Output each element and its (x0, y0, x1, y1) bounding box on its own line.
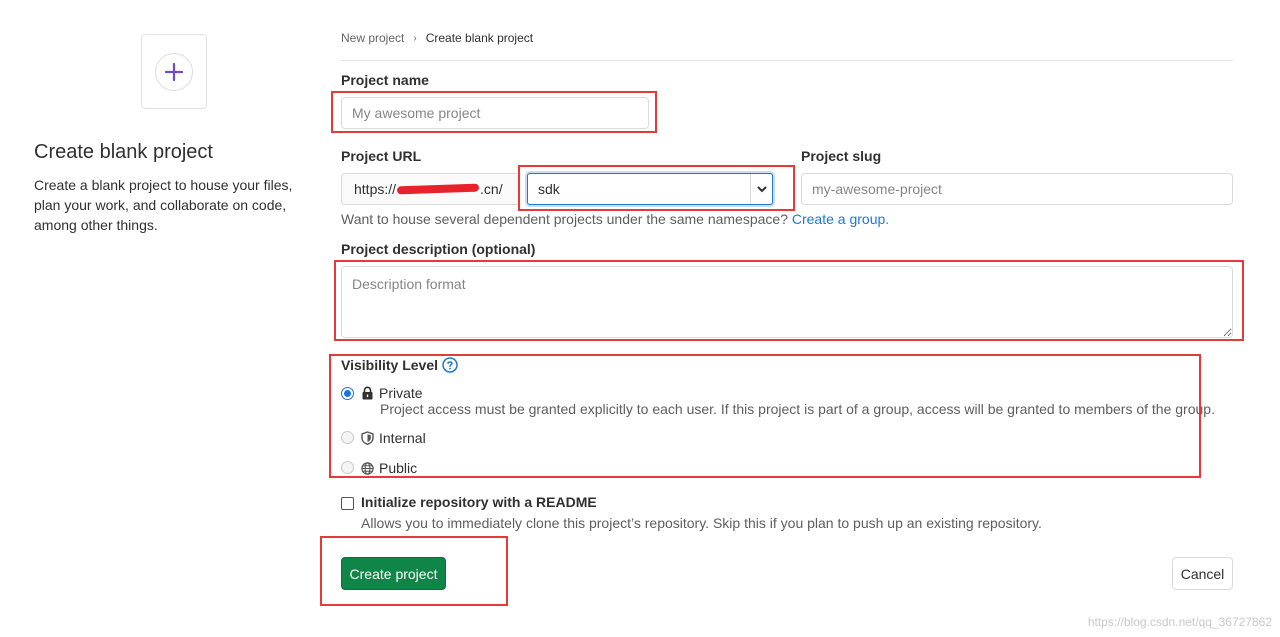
lock-icon (362, 386, 373, 400)
visibility-internal-label: Internal (379, 430, 426, 446)
divider (341, 60, 1233, 61)
visibility-private-option[interactable]: Private (361, 385, 423, 401)
breadcrumb-parent[interactable]: New project (341, 31, 404, 45)
project-url-label: Project URL (341, 148, 422, 164)
redacted-host (396, 183, 480, 195)
project-name-input[interactable] (341, 97, 649, 129)
project-type-tile (141, 34, 207, 109)
readme-checkbox[interactable] (341, 497, 354, 510)
project-description-label: Project description (optional) (341, 241, 536, 257)
plus-circle (155, 52, 193, 91)
namespace-selected-value: sdk (538, 181, 560, 197)
visibility-internal-radio[interactable] (341, 431, 354, 444)
project-description-textarea[interactable] (341, 266, 1233, 338)
readme-help: Allows you to immediately clone this pro… (361, 515, 1042, 531)
shield-icon (361, 431, 374, 445)
visibility-label: Visibility Level (341, 357, 439, 373)
namespace-help-text: Want to house several dependent projects… (341, 211, 792, 227)
visibility-private-radio[interactable] (341, 387, 354, 400)
project-slug-input[interactable] (801, 173, 1233, 205)
create-group-link[interactable]: Create a group. (792, 211, 889, 227)
visibility-heading: Visibility Level (341, 357, 458, 373)
breadcrumb-current: Create blank project (425, 31, 534, 45)
chevron-right-icon: › (413, 32, 417, 44)
plus-icon (164, 62, 184, 81)
watermark: https://blog.csdn.net/qq_36727862 (1087, 615, 1272, 629)
cancel-button[interactable]: Cancel (1172, 557, 1233, 590)
namespace-select[interactable]: sdk (527, 173, 773, 205)
visibility-internal-option[interactable]: Internal (361, 430, 426, 446)
visibility-public-label: Public (379, 460, 418, 476)
question-circle-icon[interactable] (442, 357, 458, 373)
url-prefix-end: .cn/ (480, 181, 503, 197)
project-url-prefix: https:// .cn/ (341, 173, 521, 205)
create-project-button[interactable]: Create project (341, 557, 446, 590)
left-panel-description: Create a blank project to house your fil… (34, 177, 293, 233)
url-prefix-start: https:// (354, 181, 397, 197)
visibility-public-option[interactable]: Public (361, 460, 417, 476)
visibility-public-radio[interactable] (341, 461, 354, 474)
project-name-label: Project name (341, 72, 429, 88)
visibility-private-label: Private (379, 385, 423, 401)
globe-icon (361, 461, 374, 475)
breadcrumb: New project › Create blank project (341, 31, 533, 45)
readme-label[interactable]: Initialize repository with a README (361, 494, 597, 510)
chevron-down-icon[interactable] (750, 174, 772, 204)
visibility-private-description: Project access must be granted explicitl… (380, 401, 1215, 417)
left-panel-title: Create blank project (34, 141, 213, 163)
project-slug-label: Project slug (801, 148, 882, 164)
namespace-help: Want to house several dependent projects… (341, 211, 889, 227)
